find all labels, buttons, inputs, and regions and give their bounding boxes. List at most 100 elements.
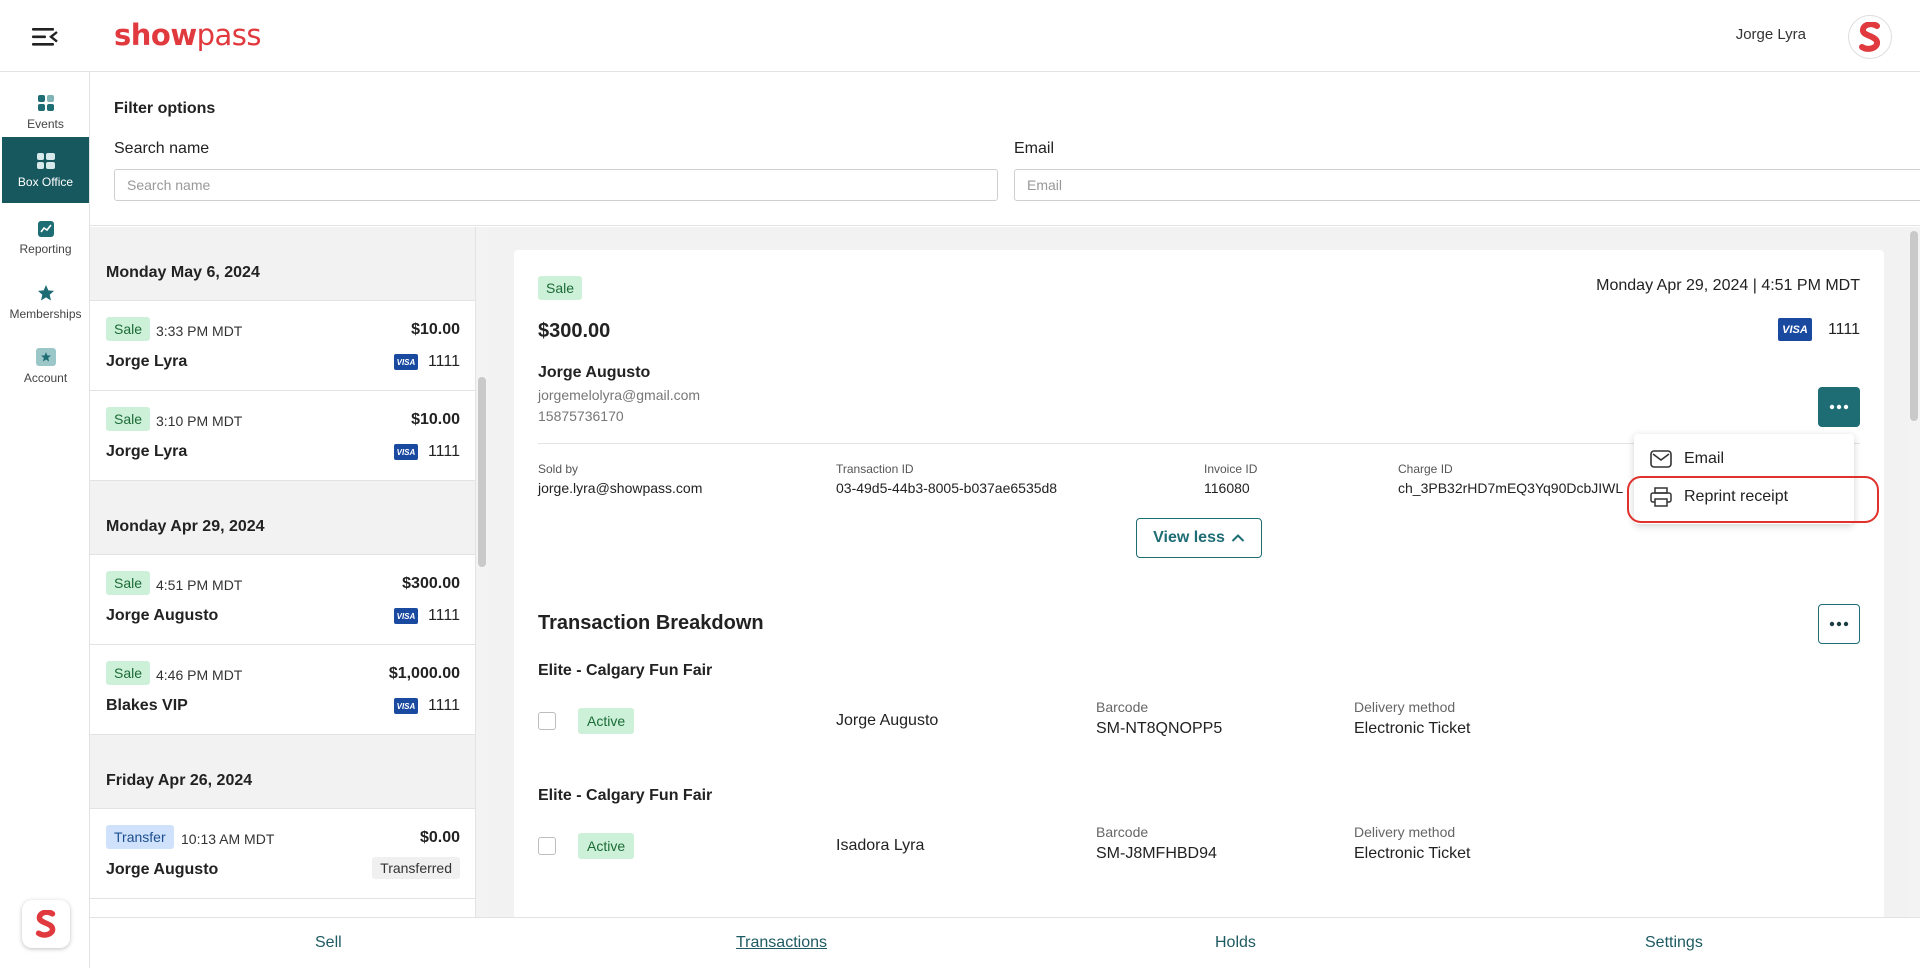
sidebar-item-memberships[interactable]: Memberships <box>2 270 89 334</box>
view-less-button[interactable]: View less <box>1136 518 1262 558</box>
sale-badge: Sale <box>106 661 151 685</box>
nav-settings[interactable]: Settings <box>1645 934 1703 952</box>
active-badge: Active <box>578 708 635 734</box>
transaction-item[interactable]: Transfer 10:13 AM MDT $0.00 Jorge August… <box>90 809 475 899</box>
sidebar-item-label: Memberships <box>9 306 82 321</box>
sidebar-item-reporting[interactable]: Reporting <box>2 206 89 270</box>
sale-badge: Sale <box>106 407 151 431</box>
showpass-s-icon <box>35 910 56 938</box>
transaction-item[interactable]: Sale 3:33 PM MDT $10.00 Jorge Lyra VISA 1… <box>90 301 475 391</box>
star-icon <box>37 284 54 300</box>
barcode-label: Barcode <box>1096 824 1149 840</box>
delivery-value: Electronic Ticket <box>1354 845 1471 862</box>
ticket-event-name: Elite - Calgary Fun Fair <box>538 662 713 679</box>
card-last4: 1111 <box>427 443 460 460</box>
options-menu: Email Reprint receipt <box>1634 434 1854 524</box>
invoice-id-label: Invoice ID <box>1204 462 1258 476</box>
customer-phone: 15875736170 <box>538 408 624 424</box>
sidebar-item-label: Account <box>23 370 68 385</box>
nav-sell[interactable]: Sell <box>315 934 342 952</box>
transaction-detail-card: Sale Monday Apr 29, 2024 | 4:51 PM MDT $… <box>514 250 1884 917</box>
transaction-item[interactable]: Sale 4:46 PM MDT $1,000.00 Blakes VIP VI… <box>90 645 475 735</box>
more-dots-icon <box>1829 404 1849 410</box>
date-header: Friday Apr 26, 2024 <box>90 735 475 809</box>
transfer-badge: Transfer <box>106 825 174 849</box>
detail-scroll-thumb[interactable] <box>1910 231 1918 421</box>
sidebar-item-label: Events <box>27 116 64 131</box>
box-office-icon <box>36 152 55 169</box>
user-name[interactable]: Jorge Lyra <box>1736 26 1806 43</box>
delivery-value: Electronic Ticket <box>1354 720 1471 737</box>
transaction-item[interactable]: Sale 4:51 PM MDT $300.00 Jorge Augusto V… <box>90 555 475 645</box>
card-info: VISA 1111 <box>393 607 460 625</box>
date-header: Monday May 6, 2024 <box>90 227 475 301</box>
card-info: VISA 1111 <box>393 443 460 461</box>
transaction-item[interactable]: Sale 3:10 PM MDT $10.00 Jorge Lyra VISA 1… <box>90 391 475 481</box>
sidebar-item-label: Reporting <box>19 241 72 256</box>
transaction-time: 3:33 PM MDT <box>156 323 243 339</box>
transaction-id-value: 03-49d5-44b3-8005-b037ae6535d8 <box>836 480 1058 496</box>
transaction-time: 4:46 PM MDT <box>156 667 243 683</box>
transaction-amount: $1,000.00 <box>388 665 460 682</box>
card-info: VISA 1111 <box>393 353 460 371</box>
delivery-label: Delivery method <box>1354 699 1456 715</box>
transaction-datetime: Monday Apr 29, 2024 | 4:51 PM MDT <box>1596 277 1860 294</box>
user-avatar[interactable] <box>1848 15 1892 59</box>
showpass-app-logo[interactable] <box>22 900 70 948</box>
menu-item-label: Email <box>1684 450 1725 467</box>
breakdown-title: Transaction Breakdown <box>538 612 764 634</box>
menu-collapse-icon[interactable] <box>30 24 60 50</box>
breakdown-options-button[interactable] <box>1818 604 1860 644</box>
filter-panel: Filter options Search name Email <box>90 72 1920 226</box>
transaction-amount: $300.00 <box>538 320 611 342</box>
transaction-amount: $10.00 <box>411 411 460 428</box>
ticket-checkbox[interactable] <box>538 712 556 730</box>
sidebar-item-account[interactable]: Account <box>2 334 89 398</box>
search-name-label: Search name <box>114 140 210 157</box>
barcode-value: SM-J8MFHBD94 <box>1096 845 1217 862</box>
menu-item-email[interactable]: Email <box>1650 450 1724 468</box>
card-last4: 1111 <box>427 607 460 624</box>
nav-holds[interactable]: Holds <box>1215 934 1256 952</box>
showpass-logo[interactable]: showpass <box>114 18 262 52</box>
transaction-detail-panel: Sale Monday Apr 29, 2024 | 4:51 PM MDT $… <box>488 227 1912 917</box>
sale-badge: Sale <box>106 317 151 341</box>
list-scrollbar[interactable] <box>476 227 488 917</box>
visa-icon: VISA <box>1777 318 1812 341</box>
view-less-label: View less <box>1153 529 1225 546</box>
sold-by-value: jorge.lyra@showpass.com <box>538 480 703 496</box>
list-scroll-thumb[interactable] <box>478 377 486 567</box>
sale-badge: Sale <box>106 571 151 595</box>
sidebar-item-box-office[interactable]: Box Office <box>2 137 89 203</box>
email-input[interactable] <box>1014 169 1920 201</box>
transaction-time: 4:51 PM MDT <box>156 577 243 593</box>
sidebar-item-events[interactable]: Events <box>2 80 89 144</box>
more-options-button[interactable] <box>1818 387 1860 427</box>
email-label: Email <box>1014 140 1055 157</box>
customer-name: Jorge Augusto <box>538 364 651 381</box>
visa-icon: VISA <box>393 444 418 460</box>
date-header: Monday Apr 29, 2024 <box>90 481 475 555</box>
customer-name: Jorge Augusto <box>106 607 219 624</box>
transaction-amount: $10.00 <box>411 321 460 338</box>
transaction-time: 10:13 AM MDT <box>181 831 275 847</box>
grid-icon <box>37 94 54 111</box>
more-dots-icon <box>1829 621 1849 627</box>
ticket-holder: Isadora Lyra <box>836 837 925 854</box>
search-name-input[interactable] <box>114 169 998 201</box>
transaction-list: Monday May 6, 2024 Sale 3:33 PM MDT $10.… <box>90 227 476 917</box>
ticket-checkbox[interactable] <box>538 837 556 855</box>
nav-transactions[interactable]: Transactions <box>736 934 827 952</box>
card-last4: 1111 <box>1827 320 1860 338</box>
detail-scrollbar[interactable] <box>1908 227 1920 917</box>
logo-light: pass <box>196 18 262 52</box>
delivery-label: Delivery method <box>1354 824 1456 840</box>
visa-icon: VISA <box>393 698 418 714</box>
chart-icon <box>37 220 54 237</box>
card-last4: 1111 <box>427 697 460 714</box>
visa-icon: VISA <box>393 608 418 624</box>
customer-name: Jorge Lyra <box>106 443 188 460</box>
logo-bold: show <box>114 18 197 52</box>
invoice-id-value: 116080 <box>1204 480 1250 496</box>
menu-item-reprint-receipt[interactable]: Reprint receipt <box>1650 487 1788 507</box>
